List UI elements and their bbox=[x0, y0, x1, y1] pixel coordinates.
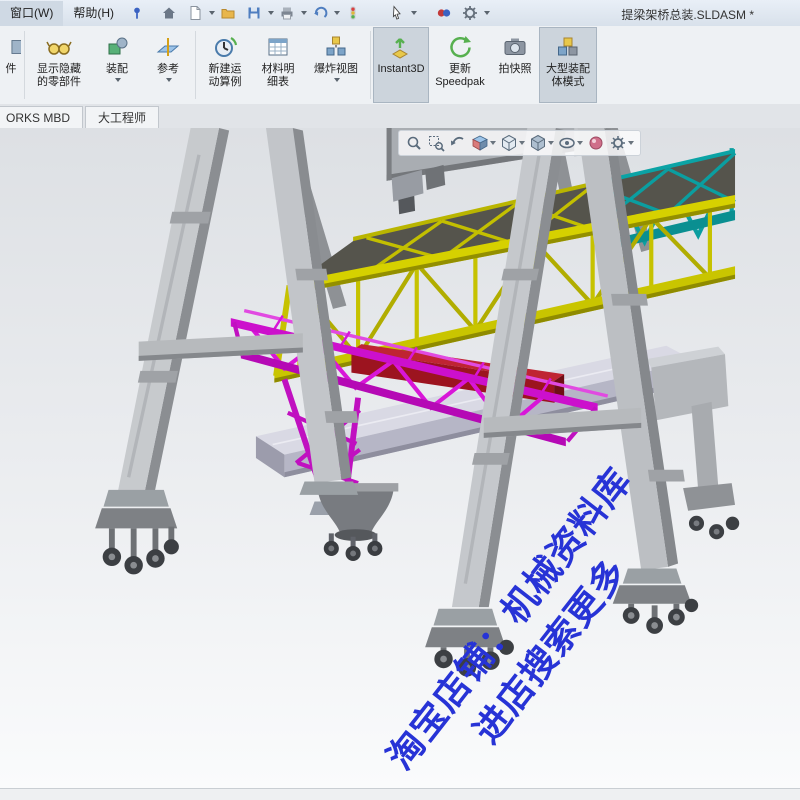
settings-gear-icon[interactable] bbox=[458, 2, 482, 24]
home-icon[interactable] bbox=[157, 2, 181, 24]
exploded-view-icon bbox=[323, 31, 349, 63]
zoom-fit-icon[interactable] bbox=[403, 134, 425, 152]
instant3d-icon bbox=[388, 31, 414, 63]
view-orientation-icon[interactable] bbox=[498, 134, 527, 152]
section-view-icon[interactable] bbox=[469, 134, 498, 152]
show-hidden-components-icon bbox=[45, 31, 73, 63]
status-bar bbox=[0, 788, 800, 800]
snapshot-icon bbox=[502, 31, 528, 63]
command-manager-tabs: ORKS MBD 大工程师 bbox=[0, 104, 800, 129]
view-settings-icon[interactable] bbox=[607, 134, 636, 152]
heads-up-view-toolbar bbox=[398, 130, 641, 156]
solidworks-window: 窗口(W) 帮助(H) bbox=[0, 0, 800, 800]
graphics-viewport[interactable]: 淘宝店铺：机械资料库 进店搜索更多 bbox=[0, 128, 800, 788]
command-manager-ribbon: 件 显示隐藏 的零部件 装配 参考 bbox=[0, 26, 800, 105]
reference-geometry-icon bbox=[155, 31, 181, 63]
ribbon-separator bbox=[370, 31, 371, 99]
menu-bar: 窗口(W) 帮助(H) bbox=[0, 0, 800, 27]
pin-icon[interactable] bbox=[125, 2, 149, 24]
open-icon[interactable] bbox=[216, 2, 240, 24]
tab-da-gong-cheng-shi[interactable]: 大工程师 bbox=[85, 106, 159, 128]
print-icon[interactable] bbox=[275, 2, 299, 24]
exploded-view-caret-icon bbox=[334, 78, 340, 82]
edit-appearance-icon[interactable] bbox=[585, 134, 607, 152]
update-speedpak-button[interactable]: 更新 Speedpak bbox=[429, 27, 491, 103]
reference-geometry-caret-icon bbox=[166, 78, 172, 82]
new-document-caret-icon[interactable] bbox=[209, 11, 215, 15]
display-style-icon[interactable] bbox=[527, 134, 556, 152]
snapshot-button[interactable]: 拍快照 bbox=[491, 27, 539, 103]
bom-icon bbox=[265, 31, 291, 63]
save-icon[interactable] bbox=[242, 2, 266, 24]
settings-caret-icon[interactable] bbox=[484, 11, 490, 15]
reference-geometry-button[interactable]: 参考 bbox=[143, 27, 193, 103]
gantry-crane-model[interactable] bbox=[0, 128, 800, 788]
show-hidden-components-button[interactable]: 显示隐藏 的零部件 bbox=[27, 27, 91, 103]
assembly-features-caret-icon bbox=[115, 78, 121, 82]
save-caret-icon[interactable] bbox=[268, 11, 274, 15]
menu-window[interactable]: 窗口(W) bbox=[0, 1, 63, 26]
menu-help[interactable]: 帮助(H) bbox=[63, 1, 124, 26]
select-arrow-icon[interactable] bbox=[385, 2, 409, 24]
rebuild-icon[interactable] bbox=[341, 2, 365, 24]
assembly-features-icon bbox=[104, 31, 130, 63]
ribbon-separator bbox=[24, 31, 25, 99]
bom-button[interactable]: 材料明 细表 bbox=[252, 27, 304, 103]
undo-icon[interactable] bbox=[308, 2, 332, 24]
new-motion-study-button[interactable]: 新建运 动算例 bbox=[198, 27, 252, 103]
window-title: 提梁架桥总装.SLDASM * bbox=[621, 6, 754, 23]
instant3d-button[interactable]: Instant3D bbox=[373, 27, 429, 103]
update-speedpak-icon bbox=[447, 31, 473, 63]
partial-icon bbox=[0, 31, 22, 63]
ribbon-separator bbox=[195, 31, 196, 99]
undo-caret-icon[interactable] bbox=[334, 11, 340, 15]
new-document-icon[interactable] bbox=[183, 2, 207, 24]
zoom-area-icon[interactable] bbox=[425, 134, 447, 152]
assembly-features-button[interactable]: 装配 bbox=[91, 27, 143, 103]
select-arrow-caret-icon[interactable] bbox=[411, 11, 417, 15]
large-assembly-mode-button[interactable]: 大型装配 体模式 bbox=[539, 27, 597, 103]
ribbon-button-partial[interactable]: 件 bbox=[0, 27, 22, 103]
large-assembly-mode-icon bbox=[555, 31, 581, 63]
tab-solidworks-mbd[interactable]: ORKS MBD bbox=[0, 106, 83, 128]
hide-show-items-icon[interactable] bbox=[556, 134, 585, 152]
material-spheres-icon[interactable] bbox=[432, 2, 456, 24]
motion-study-icon bbox=[212, 31, 238, 63]
exploded-view-button[interactable]: 爆炸视图 bbox=[304, 27, 368, 103]
previous-view-icon[interactable] bbox=[447, 134, 469, 152]
print-caret-icon[interactable] bbox=[301, 11, 307, 15]
